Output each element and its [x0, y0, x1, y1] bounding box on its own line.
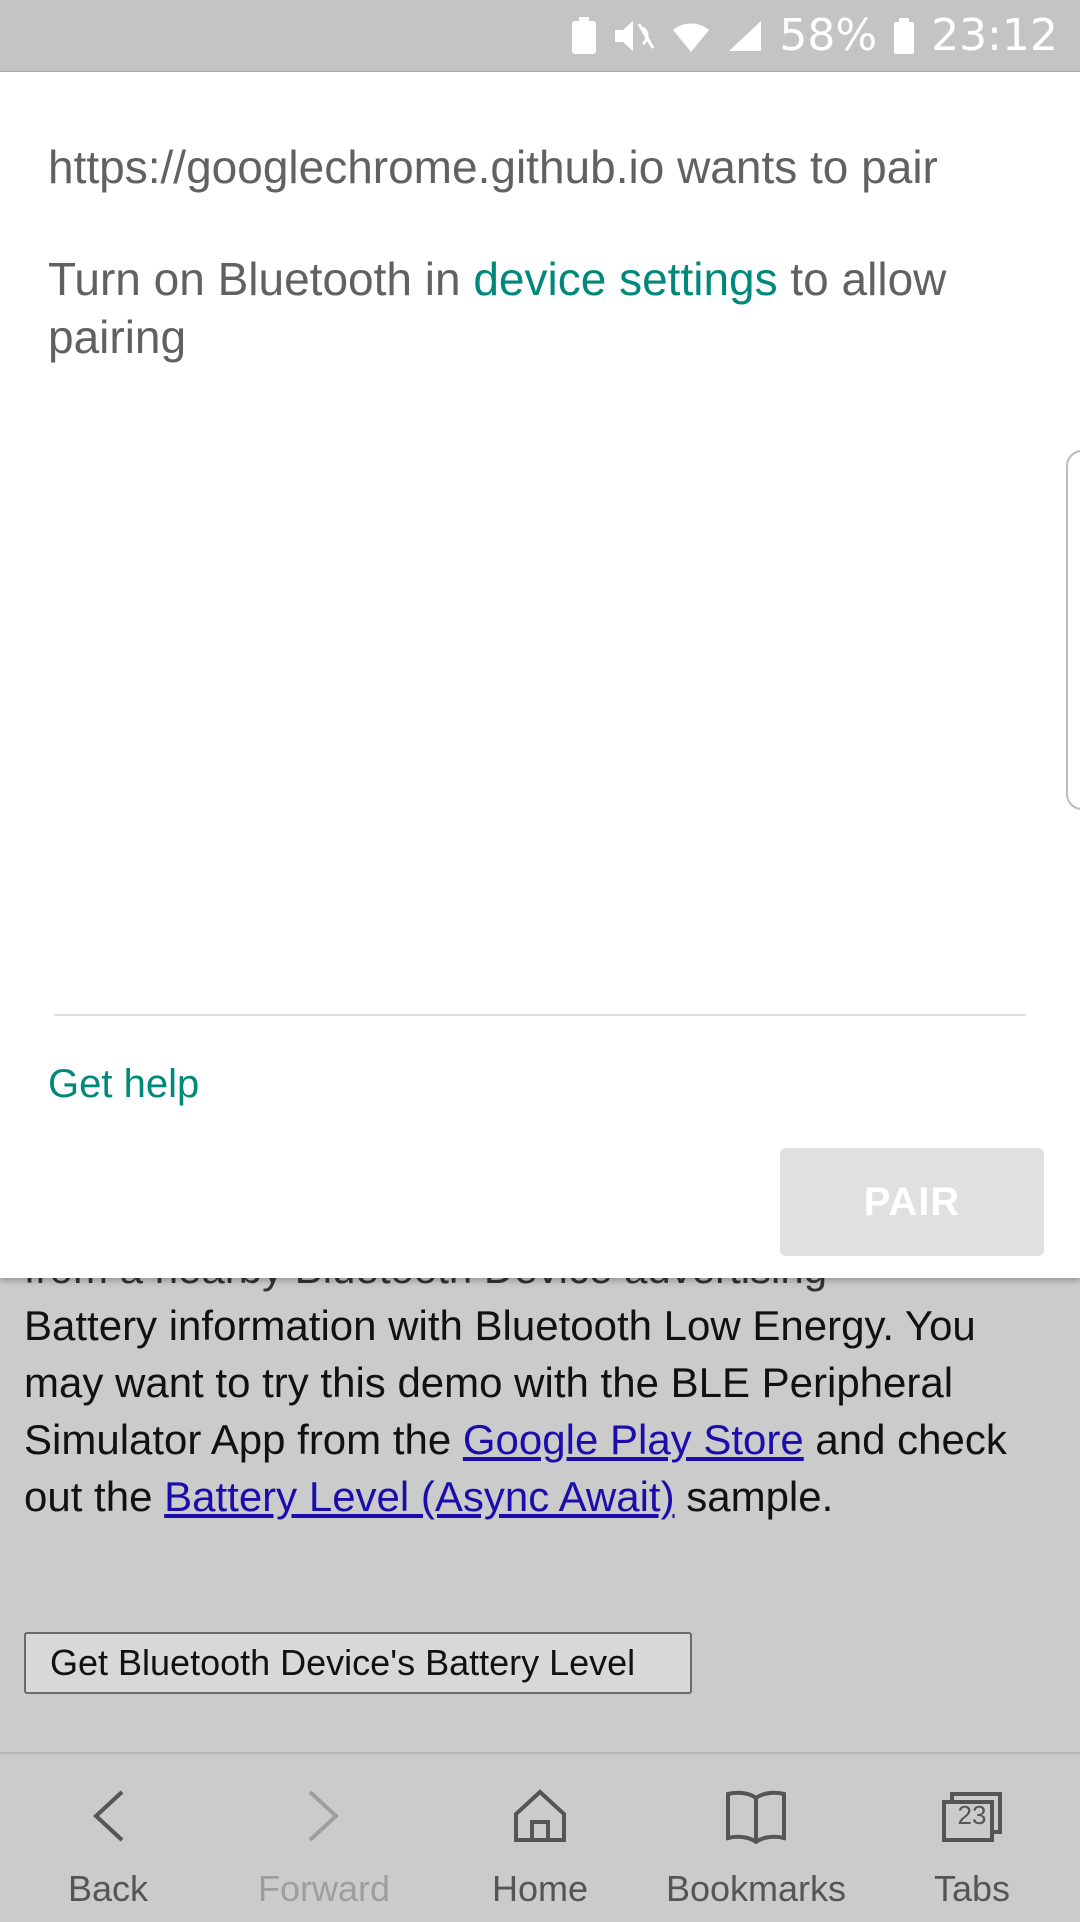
nav-forward-label: Forward	[257, 1868, 391, 1909]
nav-back-label: Back	[67, 1868, 149, 1909]
nav-tabs[interactable]: 23 Tabs	[872, 1754, 1072, 1910]
clock: 23:12	[931, 10, 1058, 61]
nav-home-label: Home	[491, 1868, 589, 1909]
mute-icon	[613, 18, 655, 54]
back-icon	[88, 1784, 128, 1848]
battery-level-sample-link[interactable]: Battery Level (Async Await)	[164, 1473, 674, 1520]
nav-bookmarks[interactable]: Bookmarks	[656, 1754, 856, 1910]
dialog-title: https://googlechrome.github.io wants to …	[48, 141, 938, 193]
nav-tabs-label: Tabs	[933, 1868, 1011, 1909]
status-bar: 58% 23:12	[0, 0, 1080, 72]
bookmarks-icon	[724, 1784, 788, 1848]
get-battery-level-button[interactable]: Get Bluetooth Device's Battery Level	[24, 1632, 692, 1694]
page-text-3: sample.	[674, 1473, 834, 1520]
bluetooth-pair-dialog: https://googlechrome.github.io wants to …	[0, 72, 1080, 1278]
page-description: from a nearby Bluetooth Device advertisi…	[24, 1240, 1054, 1525]
dialog-divider	[54, 1014, 1026, 1016]
tab-count: 23	[957, 1800, 987, 1830]
edge-panel-handle[interactable]	[1066, 450, 1080, 810]
device-settings-link[interactable]: device settings	[473, 253, 777, 305]
nav-forward[interactable]: Forward	[224, 1754, 424, 1910]
google-play-store-link[interactable]: Google Play Store	[463, 1416, 804, 1463]
nav-back[interactable]: Back	[8, 1754, 208, 1910]
get-help-link[interactable]: Get help	[48, 1058, 199, 1110]
bottom-navigation: Back Forward Home Bookmarks 23 Tabs	[0, 1752, 1080, 1922]
wifi-icon	[671, 18, 711, 54]
pair-button[interactable]: PAIR	[780, 1148, 1044, 1256]
home-icon	[512, 1784, 568, 1848]
nav-bookmarks-label: Bookmarks	[665, 1868, 847, 1909]
dialog-message: Turn on Bluetooth in device settings to …	[48, 250, 1038, 366]
nav-home[interactable]: Home	[440, 1754, 640, 1910]
message-text-before: Turn on Bluetooth in	[48, 253, 474, 305]
forward-icon	[304, 1784, 344, 1848]
battery-percent: 58%	[779, 10, 878, 61]
tabs-icon: 23	[940, 1784, 1004, 1848]
battery-icon	[893, 17, 915, 55]
battery-saver-icon	[571, 16, 597, 55]
signal-icon	[727, 19, 763, 53]
